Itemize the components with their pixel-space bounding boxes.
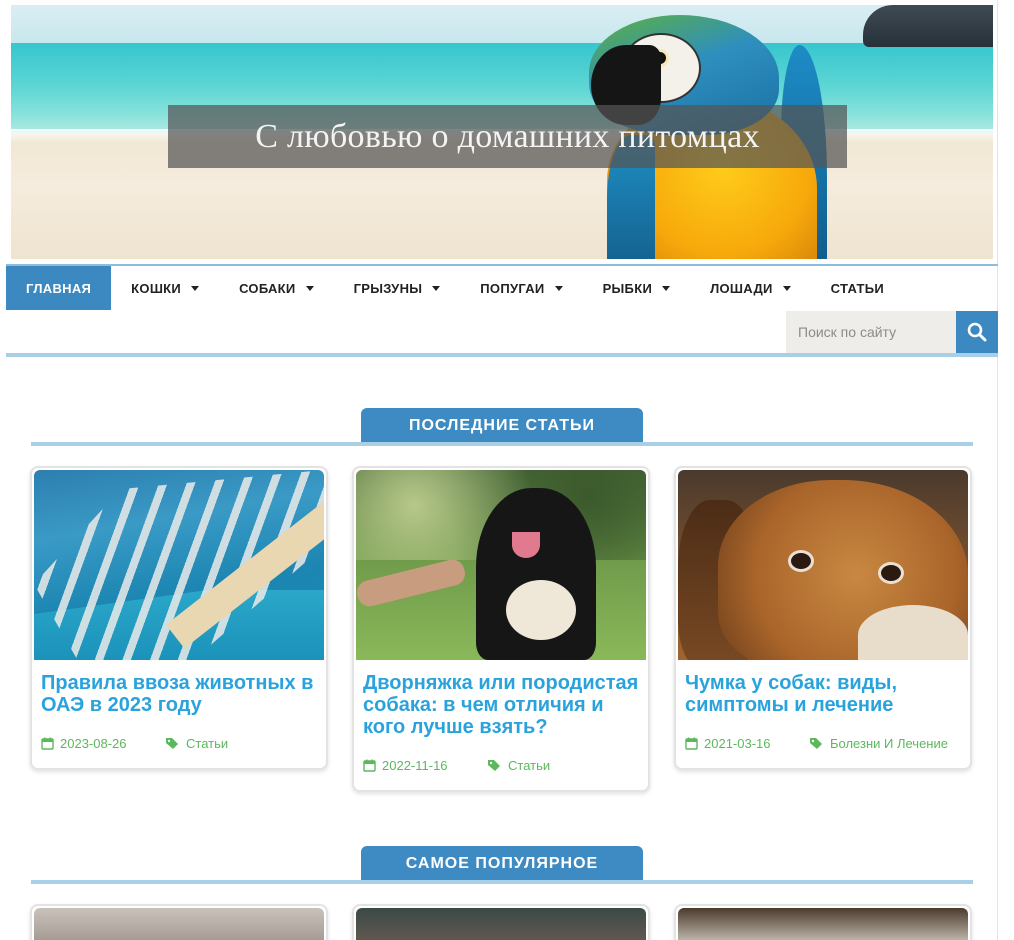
- nav-item-label: ГЛАВНАЯ: [26, 280, 92, 296]
- article-image[interactable]: [356, 470, 646, 660]
- nav-item-home[interactable]: ГЛАВНАЯ: [6, 266, 112, 310]
- header-banner[interactable]: С любовью о домашних питомцах: [11, 5, 993, 259]
- nav-item-horses[interactable]: ЛОШАДИ: [690, 266, 811, 310]
- chevron-down-icon: [554, 286, 563, 291]
- search-input[interactable]: [786, 311, 956, 353]
- article-category[interactable]: Болезни И Лечение: [809, 736, 948, 751]
- nav-item-label: ПОПУГАИ: [480, 280, 545, 296]
- article-date: 2021-03-16: [685, 736, 809, 751]
- nav-item-articles[interactable]: СТАТЬИ: [811, 266, 904, 310]
- page: С любовью о домашних питомцах ГЛАВНАЯ КО…: [6, 0, 998, 940]
- nav-bottom-divider: [6, 353, 998, 357]
- tags-icon: [487, 759, 502, 772]
- article-image[interactable]: [678, 470, 968, 660]
- chevron-down-icon: [305, 286, 314, 291]
- article-category-text[interactable]: Статьи: [508, 758, 550, 773]
- article-image[interactable]: [678, 908, 968, 940]
- image-dog-chest: [506, 580, 576, 640]
- article-category[interactable]: Статьи: [165, 736, 228, 751]
- chevron-down-icon: [432, 286, 441, 291]
- section-heading-latest: ПОСЛЕДНИЕ СТАТЬИ: [361, 408, 643, 444]
- main-nav: ГЛАВНАЯ КОШКИ СОБАКИ ГРЫЗУНЫ ПОПУГАИ РЫБ…: [6, 266, 998, 310]
- image-dog-muzzle: [858, 605, 968, 660]
- search-button[interactable]: [956, 311, 998, 353]
- chevron-down-icon: [782, 286, 791, 291]
- article-card[interactable]: [674, 904, 972, 940]
- article-title[interactable]: Правила ввоза животных в ОАЭ в 2023 году: [41, 672, 323, 716]
- article-meta: 2021-03-16 Болезни И Лечение: [685, 736, 948, 751]
- article-card[interactable]: Дворняжка или породистая собака: в чем о…: [352, 466, 650, 792]
- article-date-text: 2023-08-26: [60, 736, 127, 751]
- article-meta: 2023-08-26 Статьи: [41, 736, 228, 751]
- article-date: 2022-11-16: [363, 758, 487, 773]
- article-date-text: 2021-03-16: [704, 736, 771, 751]
- nav-item-label: КОШКИ: [131, 280, 182, 296]
- section-heading-popular: САМОЕ ПОПУЛЯРНОЕ: [361, 846, 643, 882]
- article-card[interactable]: Правила ввоза животных в ОАЭ в 2023 году…: [30, 466, 328, 770]
- article-image[interactable]: [34, 908, 324, 940]
- nav-item-rodents[interactable]: ГРЫЗУНЫ: [334, 266, 461, 310]
- article-date-text: 2022-11-16: [382, 758, 448, 773]
- calendar-icon: [363, 759, 376, 772]
- section-divider: [31, 442, 973, 446]
- nav-item-cats[interactable]: КОШКИ: [111, 266, 219, 310]
- nav-item-parrots[interactable]: ПОПУГАИ: [460, 266, 582, 310]
- article-title[interactable]: Дворняжка или породистая собака: в чем о…: [363, 672, 645, 738]
- tags-icon: [809, 737, 824, 750]
- article-card[interactable]: [352, 904, 650, 940]
- nav-item-label: ГРЫЗУНЫ: [353, 280, 423, 296]
- nav-item-fish[interactable]: РЫБКИ: [583, 266, 691, 310]
- search-icon: [967, 322, 987, 342]
- nav-item-label: РЫБКИ: [602, 280, 653, 296]
- article-image[interactable]: [34, 470, 324, 660]
- article-category-text[interactable]: Статьи: [186, 736, 228, 751]
- chevron-down-icon: [191, 286, 200, 291]
- nav-item-dogs[interactable]: СОБАКИ: [219, 266, 334, 310]
- article-meta: 2022-11-16 Статьи: [363, 758, 550, 773]
- nav-item-label: СТАТЬИ: [830, 280, 885, 296]
- article-title[interactable]: Чумка у собак: виды, симптомы и лечение: [685, 672, 967, 716]
- chevron-down-icon: [662, 286, 671, 291]
- banner-sky: [11, 5, 993, 45]
- article-card[interactable]: [30, 904, 328, 940]
- image-dog-tongue: [512, 532, 540, 558]
- nav-item-label: ЛОШАДИ: [710, 280, 773, 296]
- section-divider: [31, 880, 973, 884]
- article-date: 2023-08-26: [41, 736, 165, 751]
- article-category-text[interactable]: Болезни И Лечение: [830, 736, 948, 751]
- article-category[interactable]: Статьи: [487, 758, 550, 773]
- image-dog-eye: [878, 562, 904, 584]
- image-dog-eye: [788, 550, 814, 572]
- nav-item-label: СОБАКИ: [239, 280, 296, 296]
- banner-island: [863, 5, 993, 47]
- calendar-icon: [685, 737, 698, 750]
- calendar-icon: [41, 737, 54, 750]
- article-card[interactable]: Чумка у собак: виды, симптомы и лечение …: [674, 466, 972, 770]
- article-image[interactable]: [356, 908, 646, 940]
- site-title[interactable]: С любовью о домашних питомцах: [168, 105, 847, 168]
- image-human-arm: [356, 557, 468, 609]
- tags-icon: [165, 737, 180, 750]
